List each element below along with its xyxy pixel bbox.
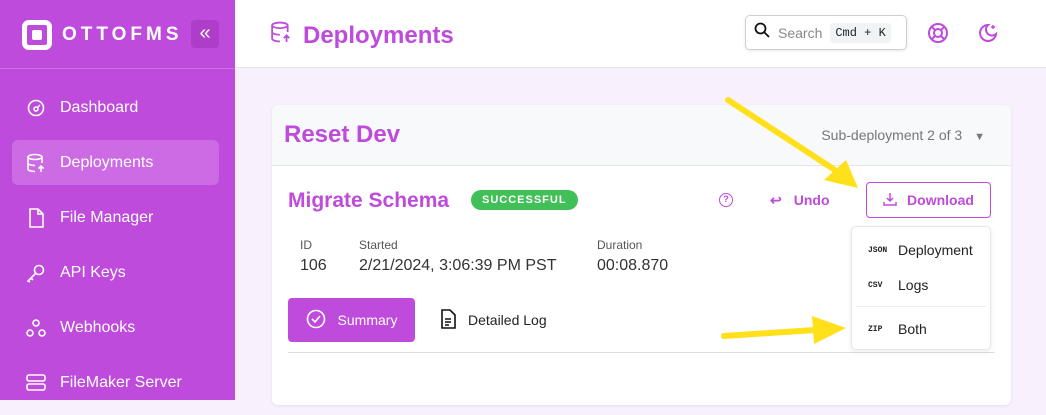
sidebar-item-file-manager[interactable]: File Manager: [12, 195, 219, 240]
sidebar-nav: Dashboard Deployments File Manager API K…: [12, 85, 219, 415]
file-icon: [26, 207, 46, 228]
sidebar: OTTOFMS « Dashboard Deployments File Man…: [0, 0, 235, 400]
page-title-text: Deployments: [303, 21, 454, 49]
header: Deployments Search Cmd + K: [235, 0, 1046, 68]
search-icon: [754, 22, 770, 43]
json-icon: JSON: [868, 245, 888, 255]
sidebar-item-dashboard[interactable]: Dashboard: [12, 85, 219, 130]
subdeployment-select[interactable]: Sub-deployment 2 of 3 ▼: [821, 127, 985, 143]
database-icon: [271, 20, 291, 51]
search-placeholder: Search: [778, 24, 823, 41]
tab-summary[interactable]: Summary: [288, 298, 415, 342]
csv-icon: CSV: [868, 280, 883, 290]
gauge-icon: [26, 98, 46, 118]
tab-detailed-log[interactable]: Detailed Log: [440, 298, 547, 342]
tab-label: Summary: [337, 312, 398, 328]
menu-item-logs-csv[interactable]: CSV Logs: [852, 270, 990, 300]
started-label: Started: [359, 238, 398, 252]
sidebar-item-label: Webhooks: [60, 318, 136, 336]
menu-item-deployment-json[interactable]: JSON Deployment: [852, 235, 990, 265]
dark-mode-icon[interactable]: [977, 22, 999, 44]
menu-divider: [856, 306, 986, 307]
started-value: 2/21/2024, 3:06:39 PM PST: [359, 257, 557, 274]
deployment-title: Reset Dev: [284, 121, 401, 148]
id-value: 106: [300, 257, 327, 274]
sidebar-item-filemaker-server[interactable]: FileMaker Server: [12, 360, 219, 405]
step-title: Migrate Schema: [288, 189, 450, 212]
sidebar-item-label: File Manager: [60, 208, 154, 226]
sidebar-item-webhooks[interactable]: Webhooks: [12, 305, 219, 350]
search-input[interactable]: Search Cmd + K: [745, 15, 907, 50]
duration-label: Duration: [597, 238, 643, 252]
sidebar-item-label: Deployments: [60, 153, 154, 171]
tab-label: Detailed Log: [468, 312, 547, 328]
logo[interactable]: OTTOFMS: [22, 20, 183, 50]
id-label: ID: [300, 238, 312, 252]
download-label: Download: [907, 192, 974, 208]
duration-value: 00:08.870: [597, 257, 669, 274]
sidebar-item-label: Dashboard: [60, 98, 139, 116]
card-header: Reset Dev Sub-deployment 2 of 3 ▼: [272, 105, 1011, 166]
menu-item-label: Deployment: [898, 242, 973, 258]
logo-icon: [22, 20, 52, 50]
download-menu: JSON Deployment CSV Logs ZIP Both: [851, 226, 991, 350]
subdeployment-label: Sub-deployment 2 of 3: [821, 127, 963, 143]
help-icon[interactable]: ?: [719, 193, 733, 207]
download-icon: [883, 192, 897, 209]
check-circle-icon: [306, 309, 326, 332]
sidebar-item-label: FileMaker Server: [60, 373, 182, 391]
undo-button[interactable]: ↩ Undo: [770, 192, 830, 209]
menu-item-label: Both: [898, 321, 927, 337]
database-icon: [26, 153, 46, 173]
page-title: Deployments: [271, 20, 454, 51]
lifebuoy-icon[interactable]: [927, 22, 949, 44]
menu-item-both-zip[interactable]: ZIP Both: [852, 314, 990, 344]
status-badge: SUCCESSFUL: [471, 190, 578, 210]
key-icon: [26, 263, 46, 283]
caret-down-icon: ▼: [974, 131, 985, 143]
divider: [0, 68, 235, 69]
keyboard-shortcut: Cmd + K: [830, 22, 891, 43]
tab-divider: [288, 352, 995, 353]
menu-item-label: Logs: [898, 277, 929, 293]
sidebar-item-deployments[interactable]: Deployments: [12, 140, 219, 185]
brand-name: OTTOFMS: [62, 24, 183, 45]
webhook-icon: [26, 318, 46, 338]
file-text-icon: [440, 308, 456, 332]
server-icon: [26, 373, 46, 393]
undo-icon: ↩: [770, 192, 782, 208]
undo-label: Undo: [793, 192, 830, 208]
sidebar-item-api-keys[interactable]: API Keys: [12, 250, 219, 295]
download-button[interactable]: Download: [866, 182, 991, 218]
collapse-sidebar-button[interactable]: «: [191, 20, 219, 48]
zip-icon: ZIP: [868, 324, 883, 334]
sidebar-item-label: API Keys: [60, 263, 126, 281]
